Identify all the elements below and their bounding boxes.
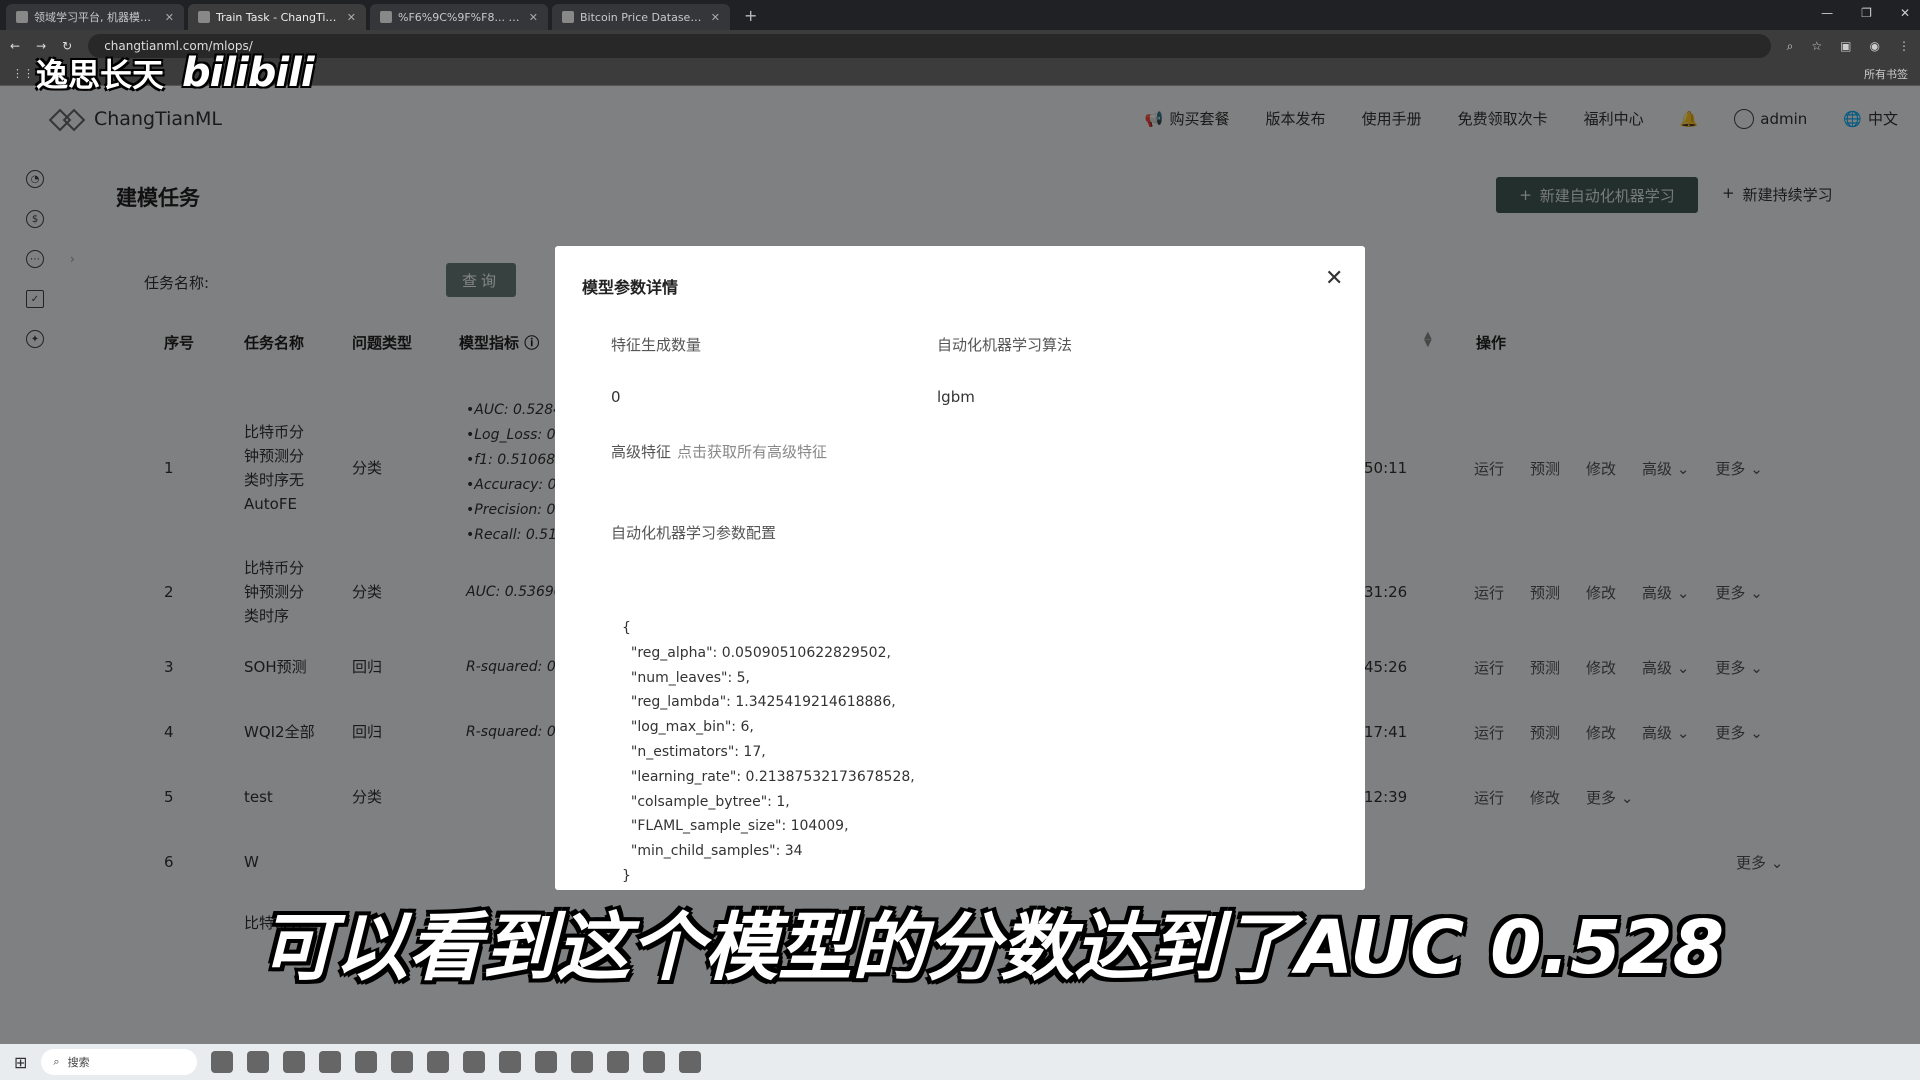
code-line: "learning_rate": 0.21387532173678528, <box>622 768 915 785</box>
browser-tab[interactable]: Bitcoin Price Dataset (2017-... ✕ <box>552 4 730 30</box>
apps-grid-icon[interactable]: ⋮⋮ <box>12 67 34 80</box>
config-label: 自动化机器学习参数配置 <box>611 524 777 542</box>
code-line: } <box>622 867 631 884</box>
taskbar-app-icon[interactable] <box>571 1051 594 1073</box>
tab-title: 领域学习平台, 机器模型训练... <box>34 11 159 24</box>
video-watermark: 逸思长天 bilibili <box>36 50 315 96</box>
video-subtitle: 可以看到这个模型的分数达到了AUC 0.528 <box>260 905 1725 991</box>
tab-favicon-icon <box>16 11 28 23</box>
taskbar-app-icon[interactable] <box>499 1051 522 1073</box>
profile-icon[interactable]: ◉ <box>1870 39 1880 54</box>
code-line: { <box>622 620 631 636</box>
taskbar-app-icon[interactable] <box>283 1051 306 1073</box>
tab-title: Train Task - ChangTianML <box>216 10 341 24</box>
close-icon[interactable]: ✕ <box>347 11 356 24</box>
code-line: "reg_alpha": 0.05090510622829502, <box>622 644 891 661</box>
tab-favicon-icon <box>562 11 574 23</box>
url-input[interactable]: changtianml.com/mlops/ <box>88 34 1771 58</box>
tab-favicon-icon <box>380 11 392 23</box>
modal-title: 模型参数详情 <box>582 278 679 297</box>
maximize-icon[interactable]: ❐ <box>1861 6 1872 20</box>
window-controls: — ❐ ✕ <box>1821 6 1910 20</box>
taskbar-app-icon[interactable] <box>247 1051 270 1073</box>
code-line: "reg_lambda": 1.3425419214618886, <box>622 694 896 711</box>
model-params-modal: 模型参数详情 ✕ 特征生成数量 自动化机器学习算法 0 lgbm 高级特征 点击获… <box>555 246 1365 890</box>
os-taskbar: ⊞ ⌕ 搜索 <box>0 1044 1920 1080</box>
menu-icon[interactable]: ⋮ <box>1898 39 1910 54</box>
code-line: "num_leaves": 5, <box>622 669 750 686</box>
tab-title: %F6%9C%9F%F8... - Jupyter <box>398 10 523 24</box>
browser-tabbar: 领域学习平台, 机器模型训练... ✕ Train Task - ChangTia… <box>0 0 1920 30</box>
taskbar-app-icon[interactable] <box>211 1051 234 1073</box>
code-line: "FLAML_sample_size": 104009, <box>622 818 849 835</box>
taskbar-app-icon[interactable] <box>463 1051 486 1073</box>
search-label: 搜索 <box>67 1056 90 1069</box>
code-line: "min_child_samples": 34 <box>622 843 803 860</box>
all-bookmarks[interactable]: 所有书签 <box>1864 66 1908 82</box>
advanced-feature-label: 高级特征 <box>611 443 672 461</box>
taskbar-search[interactable]: ⌕ 搜索 <box>41 1049 198 1075</box>
window-close-icon[interactable]: ✕ <box>1900 6 1910 20</box>
taskbar-app-icon[interactable] <box>607 1051 630 1073</box>
zoom-icon[interactable]: ⌕ <box>1787 39 1794 54</box>
tab-favicon-icon <box>198 11 210 23</box>
star-icon[interactable]: ☆ <box>1811 39 1822 54</box>
browser-tab[interactable]: %F6%9C%9F%F8... - Jupyter ✕ <box>370 4 548 30</box>
tab-title: Bitcoin Price Dataset (2017-... <box>580 10 705 24</box>
taskbar-app-icon[interactable] <box>427 1051 450 1073</box>
uploader-name: 逸思长天 <box>36 56 165 94</box>
new-tab-plus-icon[interactable]: + <box>734 6 767 30</box>
bilibili-logo: bilibili <box>182 50 315 96</box>
extensions-icon[interactable]: ▣ <box>1840 39 1851 54</box>
windows-start-icon[interactable]: ⊞ <box>14 1053 27 1072</box>
feature-count-label: 特征生成数量 <box>611 336 702 354</box>
close-icon[interactable]: ✕ <box>165 11 174 24</box>
taskbar-app-icon[interactable] <box>535 1051 558 1073</box>
feature-count-value: 0 <box>611 388 621 406</box>
code-line: "log_max_bin": 6, <box>622 719 754 736</box>
algo-value: lgbm <box>937 388 975 406</box>
close-icon[interactable]: ✕ <box>1325 266 1343 291</box>
algo-label: 自动化机器学习算法 <box>937 336 1073 354</box>
taskbar-app-icon[interactable] <box>319 1051 342 1073</box>
search-icon: ⌕ <box>53 1055 60 1068</box>
advanced-feature-row: 高级特征 点击获取所有高级特征 <box>611 441 827 462</box>
code-line: "colsample_bytree": 1, <box>622 793 790 810</box>
browser-tab[interactable]: 领域学习平台, 机器模型训练... ✕ <box>6 4 184 30</box>
close-icon[interactable]: ✕ <box>711 11 720 24</box>
get-advanced-features-link[interactable]: 点击获取所有高级特征 <box>677 443 827 461</box>
browser-tab-active[interactable]: Train Task - ChangTianML ✕ <box>188 4 366 30</box>
config-json: { "reg_alpha": 0.05090510622829502, "num… <box>622 616 915 889</box>
code-line: "n_estimators": 17, <box>622 743 766 760</box>
close-icon[interactable]: ✕ <box>529 11 538 24</box>
taskbar-app-icon[interactable] <box>679 1051 702 1073</box>
back-icon[interactable]: ← <box>10 39 20 53</box>
taskbar-app-icon[interactable] <box>643 1051 666 1073</box>
taskbar-app-icon[interactable] <box>355 1051 378 1073</box>
taskbar-app-icon[interactable] <box>391 1051 414 1073</box>
minimize-icon[interactable]: — <box>1821 6 1833 20</box>
